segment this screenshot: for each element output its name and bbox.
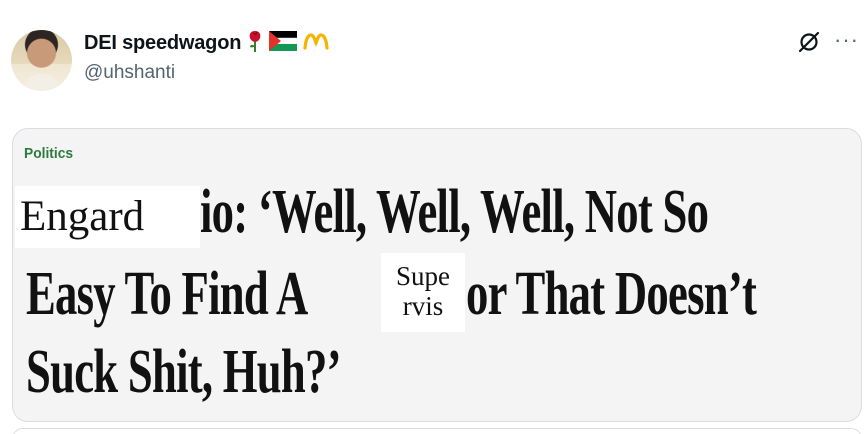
headline-patch-supervis: Supe rvis xyxy=(381,253,465,332)
grok-icon[interactable] xyxy=(797,30,821,54)
patch-super-top: Supe xyxy=(396,261,450,291)
headline-line-3: Suck Shit, Huh?’ xyxy=(26,338,341,406)
avatar[interactable] xyxy=(11,30,72,91)
tweet: DEI speedwagon @uhshanti ··· Politics io… xyxy=(0,0,865,434)
author-handle[interactable]: @uhshanti xyxy=(84,62,175,84)
more-options-button[interactable]: ··· xyxy=(834,29,859,51)
patch-super-bottom: rvis xyxy=(402,291,444,321)
next-card-edge xyxy=(12,428,862,434)
rose-icon xyxy=(247,29,263,58)
headline-line-2b: or That Doesn’t xyxy=(466,260,757,328)
author-name-row: DEI speedwagon xyxy=(84,30,329,56)
headline-line-1: io: ‘Well, Well, Well, Not So xyxy=(200,178,709,246)
card-section-label: Politics xyxy=(24,145,74,162)
link-card[interactable]: Politics io: ‘Well, Well, Well, Not So E… xyxy=(12,128,862,422)
display-name[interactable]: DEI speedwagon xyxy=(84,32,241,55)
avatar-shirt xyxy=(25,74,58,91)
palestine-flag-icon xyxy=(268,30,298,56)
crown-icon xyxy=(303,31,329,56)
headline-patch-engard: Engard xyxy=(15,186,200,248)
headline-line-2a: Easy To Find A xyxy=(26,260,308,328)
